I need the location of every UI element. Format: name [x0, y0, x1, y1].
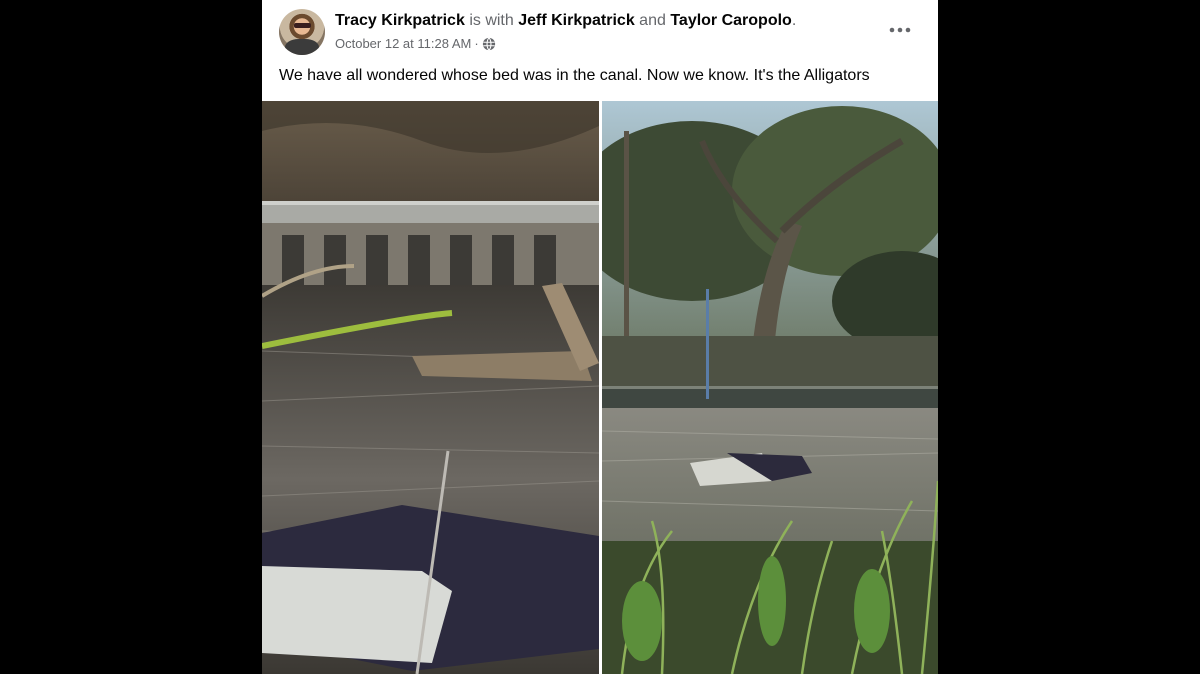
- post-timestamp[interactable]: October 12 at 11:28 AM: [335, 35, 471, 53]
- avatar-body: [285, 39, 319, 55]
- author-avatar[interactable]: [279, 9, 325, 55]
- post-author-line: Tracy Kirkpatrick is with Jeff Kirkpatri…: [335, 11, 796, 31]
- post-photo-mattress-closeup[interactable]: [262, 101, 599, 674]
- and-text: and: [639, 12, 666, 29]
- post-caption: We have all wondered whose bed was in th…: [279, 67, 870, 84]
- post-meta: October 12 at 11:28 AM ·: [335, 35, 496, 53]
- meta-separator: ·: [474, 36, 479, 51]
- post-photo-canal-view[interactable]: [602, 101, 938, 674]
- with-text: is with: [469, 12, 514, 29]
- more-options-button[interactable]: [882, 16, 918, 44]
- more-options-icon: [889, 27, 911, 33]
- post-header: Tracy Kirkpatrick is with Jeff Kirkpatri…: [262, 0, 938, 60]
- globe-icon[interactable]: [482, 37, 496, 51]
- author-line-period: .: [791, 12, 797, 29]
- tagged-person-2[interactable]: Taylor Caropolo: [670, 12, 792, 29]
- avatar-glasses: [294, 23, 311, 28]
- author-name[interactable]: Tracy Kirkpatrick: [335, 12, 465, 29]
- facebook-post-card: Tracy Kirkpatrick is with Jeff Kirkpatri…: [262, 0, 938, 674]
- tagged-person-1[interactable]: Jeff Kirkpatrick: [518, 12, 635, 29]
